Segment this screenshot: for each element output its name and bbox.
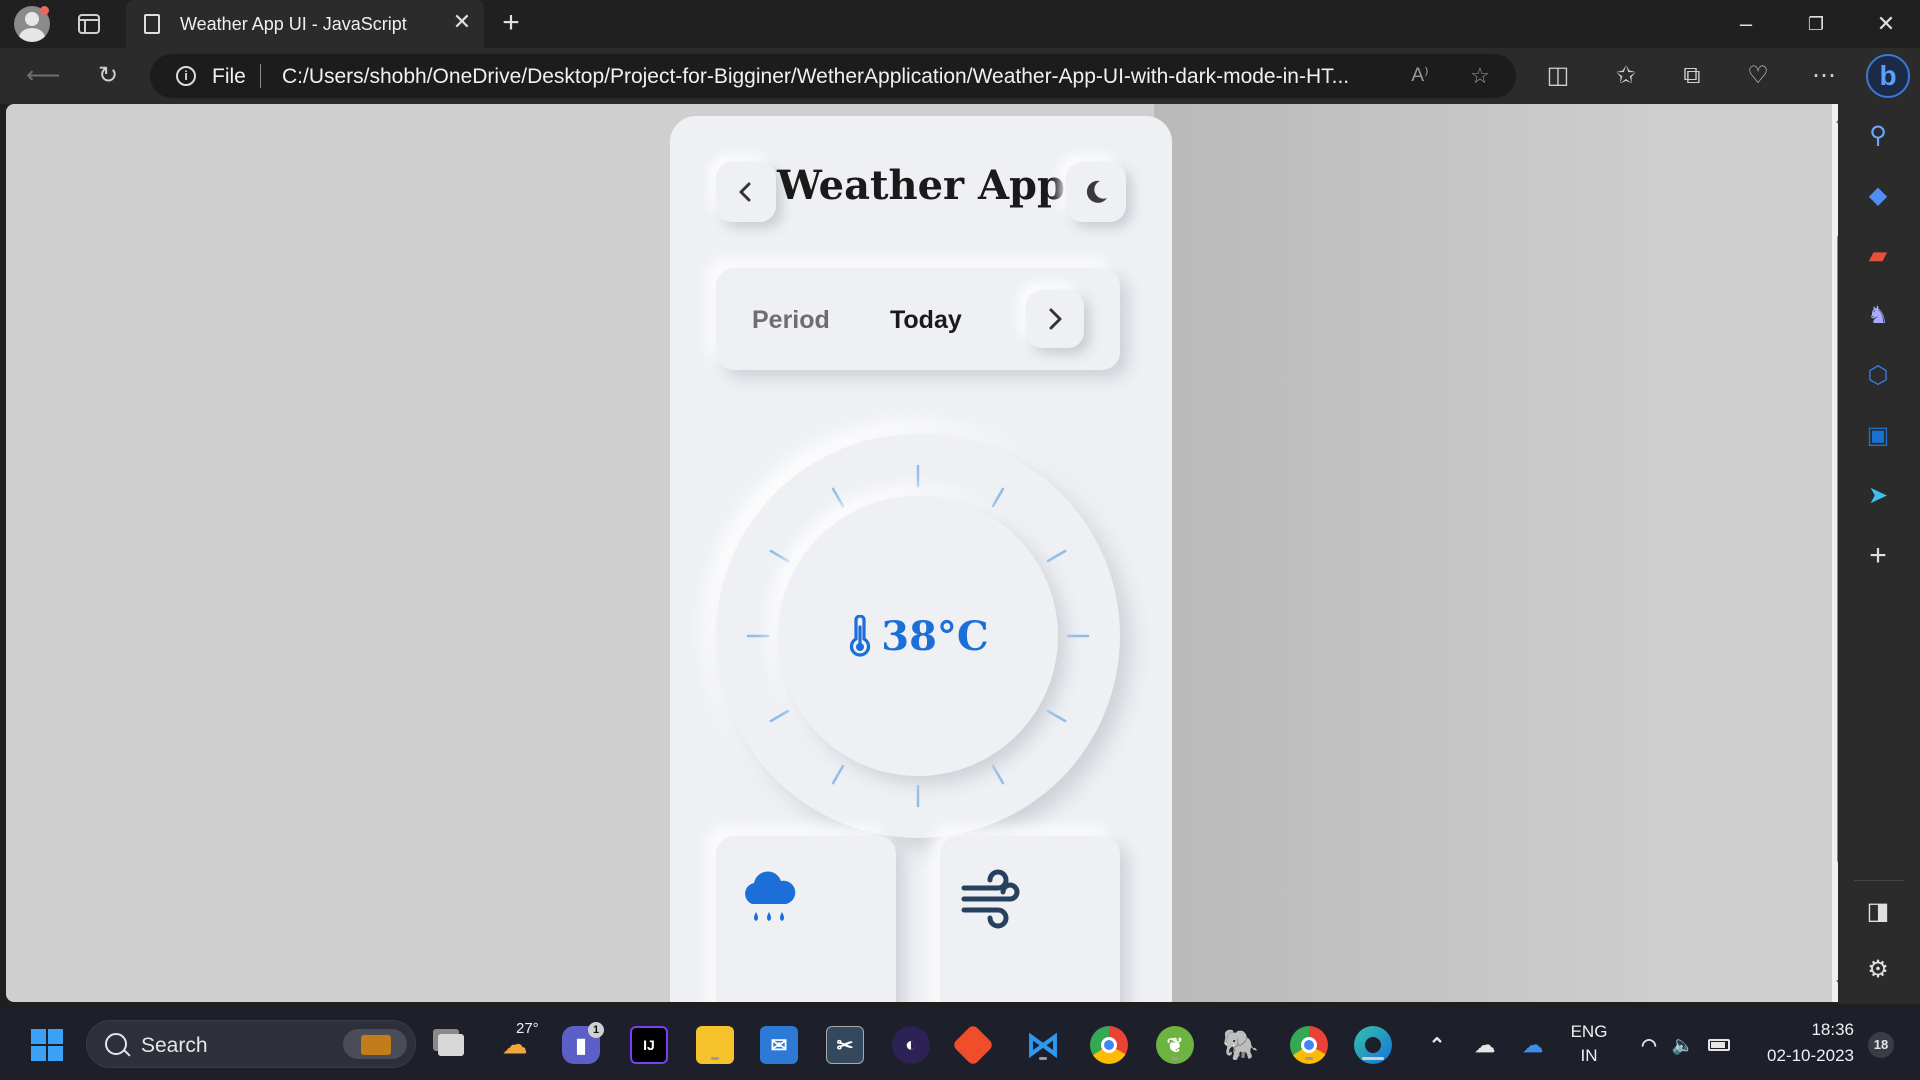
site-info-icon[interactable]: i [176,66,196,86]
browser-essentials-icon[interactable]: ♡ [1742,60,1774,92]
games-icon[interactable]: ♞ [1862,300,1894,332]
background-shadow [1154,104,1686,1002]
temperature-inner-circle: 38°C [778,496,1058,776]
edge-browser-icon[interactable] [1354,1026,1392,1064]
intellij-idea-icon[interactable]: IJ [630,1026,668,1064]
tools-icon[interactable]: ▰ [1862,240,1894,272]
taskbar-search-placeholder: Search [141,1034,208,1057]
mail-icon[interactable]: ✉ [760,1026,798,1064]
address-bar[interactable]: i File C:/Users/shobh/OneDrive/Desktop/P… [150,54,1516,98]
vscode-icon[interactable]: ⋈ [1024,1026,1062,1064]
window-close-icon[interactable]: ✕ [1868,8,1904,40]
weather-app-card: Weather App Period Today 38°C [670,116,1172,1002]
volume-icon[interactable]: 🔈 [1664,1026,1702,1064]
clock-time[interactable]: 18:36 [1750,1020,1854,1040]
show-hidden-icons-chevron-up-icon[interactable]: ⌃ [1418,1026,1456,1064]
shopping-tag-icon[interactable]: ◆ [1862,180,1894,212]
chevron-right-icon [1049,308,1062,330]
collections-icon[interactable]: ⧉ [1676,60,1708,92]
add-sidebar-app-icon[interactable]: + [1862,540,1894,572]
wind-icon [961,869,1020,929]
more-options-icon[interactable]: ⋯ [1808,60,1840,92]
page-viewport: Weather App Period Today 38°C [6,104,1836,1002]
refresh-icon[interactable]: ↻ [92,60,124,92]
favorites-icon[interactable]: ✩ [1610,60,1642,92]
rain-card[interactable] [716,836,896,1002]
tab-title: Weather App UI - JavaScript [180,14,407,34]
period-selector: Period Today [716,268,1120,370]
browser-toolbar: ⟵ ↻ i File C:/Users/shobh/OneDrive/Deskt… [0,48,1920,104]
profile-notification-dot [40,6,49,15]
page-icon [144,14,160,34]
browser-tab-active[interactable]: Weather App UI - JavaScript ✕ [126,0,484,48]
title-bar: Weather App UI - JavaScript ✕ + – ❐ ✕ [0,0,1920,48]
dark-mode-toggle[interactable] [1066,162,1126,222]
language-top[interactable]: ENG [1568,1022,1610,1042]
split-screen-icon[interactable]: ◫ [1542,60,1574,92]
address-url[interactable]: C:/Users/shobh/OneDrive/Desktop/Project-… [282,65,1349,89]
address-separator [260,64,261,88]
edge-sidebar: ⚲ ◆ ▰ ♞ ⬡ ▣ ➤ + ◨ ⚙ [1838,104,1920,1004]
onedrive-business-icon[interactable]: ☁ [1514,1026,1552,1064]
file-explorer-icon[interactable] [696,1026,734,1064]
period-label: Period [752,306,830,334]
search-highlight-briefcase-icon [343,1029,407,1059]
thermometer-icon [850,615,871,657]
chrome-icon[interactable] [1090,1026,1128,1064]
sidebar-divider [1854,880,1904,881]
next-period-button[interactable] [1026,290,1084,348]
rain-cloud-icon [745,871,796,921]
onedrive-personal-icon[interactable]: ☁ [1466,1026,1504,1064]
taskbar-search-box[interactable]: Search [86,1020,416,1068]
wifi-icon[interactable]: ◠ [1630,1026,1668,1064]
hide-sidebar-icon[interactable]: ◨ [1862,896,1894,928]
postgresql-icon[interactable]: 🐘 [1222,1026,1260,1064]
taskbar-search-icon [105,1033,127,1055]
temperature-dial: 38°C [716,434,1120,838]
outlook-icon[interactable]: ▣ [1862,420,1894,452]
minimize-icon[interactable]: – [1728,8,1764,40]
settings-gear-icon[interactable]: ⚙ [1862,954,1894,986]
close-tab-icon[interactable]: ✕ [450,10,474,34]
moon-icon [1086,180,1107,203]
windows-taskbar: Search ☁ 27° ▮ 1 IJ ✉ ✂ ◐ ⋈ ❦ 🐘 ⌃ ☁ ☁ EN… [0,1008,1920,1080]
back-arrow-icon[interactable]: ⟵ [26,60,60,92]
git-icon[interactable] [951,1023,995,1067]
teams-badge: 1 [588,1022,604,1038]
drop-icon[interactable]: ➤ [1862,480,1894,512]
bing-copilot-icon[interactable]: b [1866,54,1910,98]
temperature-value: 38°C [881,612,989,660]
period-value: Today [890,306,962,334]
address-protocol: File [212,65,246,88]
read-aloud-icon[interactable]: A⁾ [1406,62,1434,90]
task-view-icon[interactable] [432,1026,470,1064]
temperature-readout: 38°C [778,496,1058,776]
eclipse-icon[interactable]: ◐ [892,1026,930,1064]
weather-widget-temp: 27° [516,1020,539,1037]
new-tab-icon[interactable]: + [496,8,526,38]
spring-tool-icon[interactable]: ❦ [1156,1026,1194,1064]
tab-actions-icon[interactable] [78,14,100,34]
wind-card[interactable] [940,836,1120,1002]
chrome-profile-icon[interactable] [1290,1026,1328,1064]
search-icon[interactable]: ⚲ [1862,120,1894,152]
notification-count-badge[interactable]: 18 [1868,1032,1894,1058]
snipping-tool-icon[interactable]: ✂ [826,1026,864,1064]
microsoft-365-icon[interactable]: ⬡ [1862,360,1894,392]
start-windows-icon[interactable] [28,1026,66,1064]
favorite-star-icon[interactable]: ☆ [1466,62,1494,90]
battery-icon[interactable] [1700,1026,1738,1064]
language-bottom[interactable]: IN [1568,1046,1610,1066]
clock-date[interactable]: 02-10-2023 [1750,1046,1854,1066]
restore-icon[interactable]: ❐ [1798,8,1834,40]
